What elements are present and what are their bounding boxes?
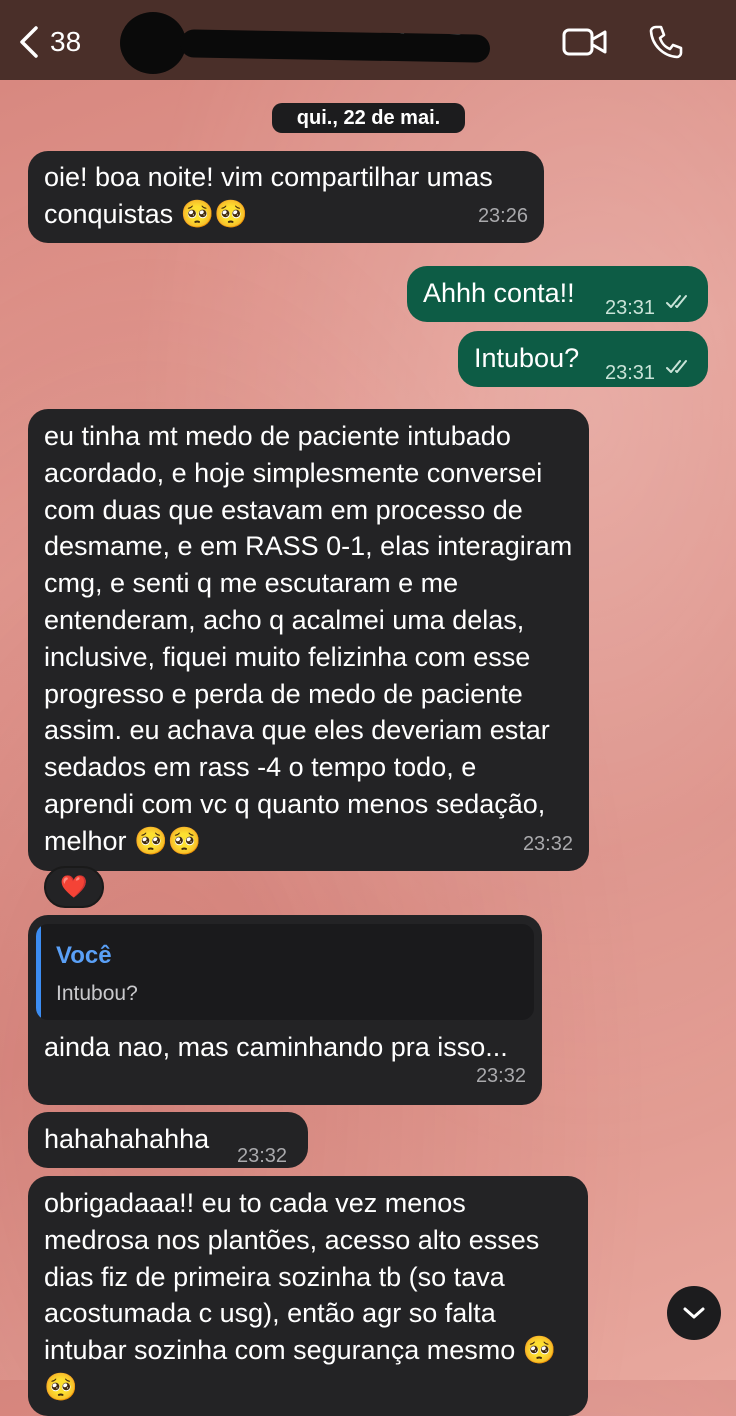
date-separator: qui., 22 de mai.: [272, 103, 465, 133]
message-text: eu tinha mt medo de paciente intubado ac…: [44, 421, 573, 856]
message-text: oie! boa noite! vim compartilhar umas co…: [44, 162, 493, 229]
chevron-down-icon: [683, 1307, 705, 1319]
unread-count: 38: [50, 26, 82, 57]
message-time: 23:32: [237, 1145, 288, 1167]
incoming-reply-message[interactable]: Você Intubou? ainda nao, mas caminhando …: [28, 915, 542, 1105]
video-call-button[interactable]: [562, 26, 608, 63]
phone-icon: [649, 25, 683, 59]
message-time: 23:32: [475, 1065, 526, 1088]
message-time: 23:31: [605, 297, 656, 319]
scroll-to-bottom-button[interactable]: [667, 1286, 721, 1340]
avatar[interactable]: [120, 12, 186, 74]
message-text: ainda nao, mas caminhando pra isso...: [44, 1032, 508, 1062]
heart-reaction: ❤️: [60, 874, 88, 899]
name-redaction: [179, 29, 491, 63]
chevron-left-icon: [20, 26, 38, 58]
incoming-message[interactable]: eu tinha mt medo de paciente intubado ac…: [28, 409, 589, 871]
message-time: 23:26: [477, 205, 528, 228]
quote-author: Você: [56, 942, 112, 969]
back-button[interactable]: 38: [18, 24, 81, 60]
message-time: 23:32: [522, 833, 573, 856]
voice-call-button[interactable]: [648, 24, 684, 65]
incoming-message[interactable]: hahahahahha 23:32: [28, 1112, 308, 1168]
double-check-icon: [666, 295, 687, 308]
incoming-message[interactable]: obrigadaaa!! eu to cada vez menos medros…: [28, 1176, 588, 1416]
quoted-message[interactable]: Você Intubou?: [36, 924, 534, 1020]
incoming-message[interactable]: oie! boa noite! vim compartilhar umas co…: [28, 151, 544, 243]
quote-accent-bar: [36, 924, 41, 1020]
message-text: obrigadaaa!! eu to cada vez menos medros…: [44, 1188, 557, 1402]
message-text: Intubou?: [474, 343, 580, 373]
double-check-icon: [666, 360, 687, 373]
outgoing-message[interactable]: Ahhh conta!! 23:31: [407, 266, 708, 322]
message-time: 23:31: [605, 362, 656, 384]
video-camera-icon: [562, 28, 607, 56]
outgoing-message[interactable]: Intubou? 23:31: [458, 331, 708, 387]
chat-header: 38 Ana Luíza Furtado UP: [0, 0, 736, 80]
quote-text: Intubou?: [56, 982, 138, 1005]
reaction-badge[interactable]: ❤️: [44, 866, 104, 908]
